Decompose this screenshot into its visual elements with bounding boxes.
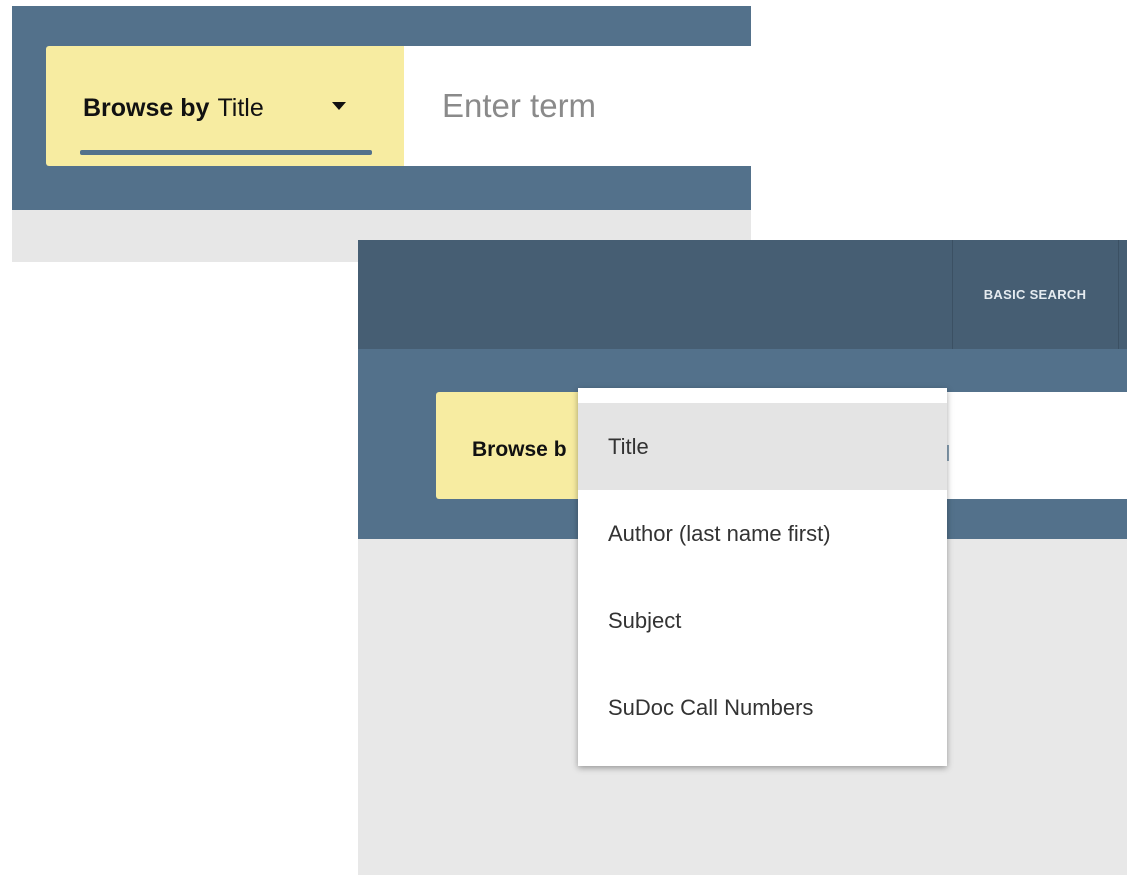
browse-open-screenshot: BASIC SEARCH Browse b Title Author (last… [358, 240, 1127, 875]
nav-divider [1118, 240, 1119, 349]
browse-closed-screenshot: Browse by Title [12, 6, 751, 262]
option-title[interactable]: Title [578, 403, 947, 490]
caret-down-icon [332, 102, 346, 110]
option-sudoc-call-numbers[interactable]: SuDoc Call Numbers [578, 664, 947, 751]
basic-search-link[interactable]: BASIC SEARCH [952, 240, 1118, 349]
browse-focus-underline [80, 150, 372, 155]
browse-by-selected-value: Title [217, 94, 264, 122]
option-author[interactable]: Author (last name first) [578, 490, 947, 577]
browse-by-label: Browse b [472, 438, 567, 461]
option-subject[interactable]: Subject [578, 577, 947, 664]
search-input[interactable] [404, 46, 751, 166]
search-term-field[interactable] [404, 46, 751, 166]
browse-by-dropdown[interactable]: Browse by Title [46, 46, 404, 166]
browse-by-label: Browse by [83, 94, 210, 122]
browse-by-options-menu: Title Author (last name first) Subject S… [578, 388, 947, 766]
